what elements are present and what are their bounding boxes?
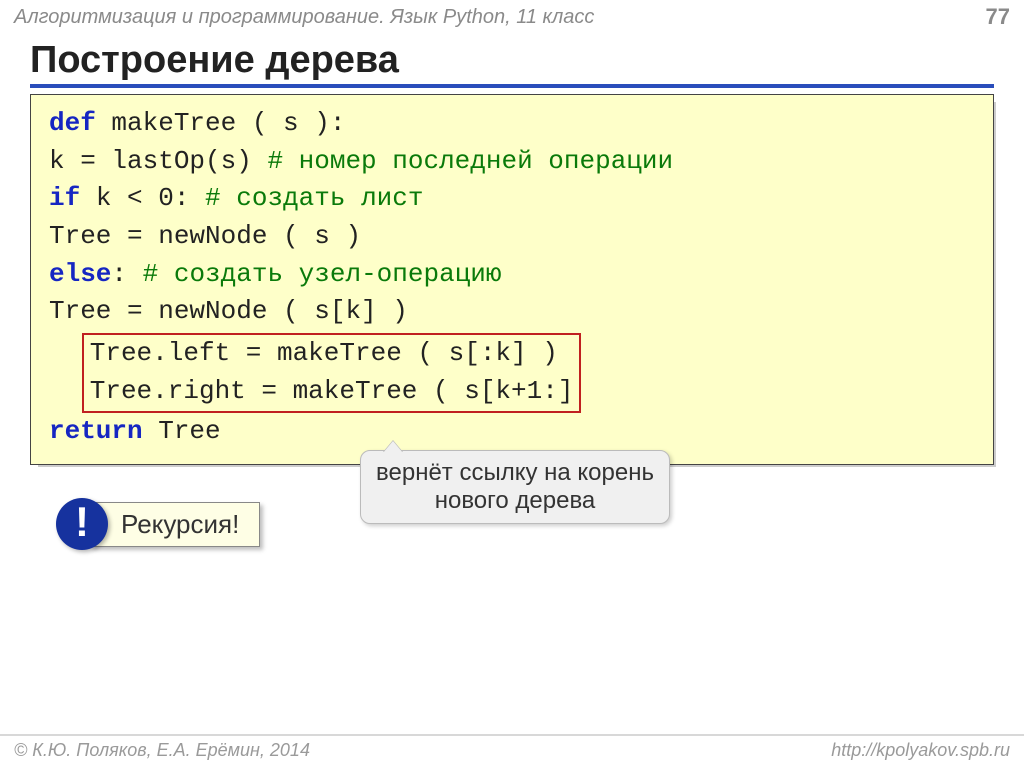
code-text: k < 0: — [80, 183, 205, 213]
exclamation-icon: ! — [56, 498, 108, 550]
callout-text: вернёт ссылку на корень нового дерева — [376, 459, 654, 514]
code-text: Tree.right = makeTree ( s[k+1:] — [90, 373, 574, 411]
recursion-note: ! Рекурсия! — [56, 498, 260, 550]
code-block: def makeTree ( s ): k = lastOp(s) # номе… — [30, 94, 994, 465]
code-text: : — [111, 259, 142, 289]
comment: # создать узел-операцию — [143, 259, 502, 289]
footer-bar: © К.Ю. Поляков, Е.А. Ерёмин, 2014 http:/… — [0, 734, 1024, 761]
callout-tip — [383, 441, 403, 453]
code-text: k = lastOp(s) — [49, 146, 267, 176]
code-text: Tree.left = makeTree ( s[:k] ) — [90, 335, 574, 373]
code-text: Tree — [143, 416, 221, 446]
course-title: Алгоритмизация и программирование. Язык … — [14, 6, 594, 29]
page-title: Построение дерева — [30, 39, 1024, 82]
code-content: def makeTree ( s ): k = lastOp(s) # номе… — [30, 94, 994, 465]
page-number: 77 — [986, 4, 1010, 30]
comment: # создать лист — [205, 183, 423, 213]
code-text: Tree = newNode ( s ) — [49, 221, 361, 251]
footer-left: © К.Ю. Поляков, Е.А. Ерёмин, 2014 — [14, 740, 310, 761]
callout-note: вернёт ссылку на корень нового дерева — [360, 450, 670, 524]
code-text: Tree = newNode ( s[k] ) — [49, 296, 408, 326]
kw-return: return — [49, 416, 143, 446]
header-bar: Алгоритмизация и программирование. Язык … — [0, 0, 1024, 33]
title-underline — [30, 84, 994, 88]
footer-right: http://kpolyakov.spb.ru — [831, 740, 1010, 761]
kw-else: else — [49, 259, 111, 289]
recursion-label: Рекурсия! — [90, 502, 260, 547]
code-text: makeTree ( s ): — [96, 108, 346, 138]
kw-if: if — [49, 183, 80, 213]
recursion-highlight: Tree.left = makeTree ( s[:k] ) Tree.righ… — [82, 333, 582, 412]
kw-def: def — [49, 108, 96, 138]
comment: # номер последней операции — [267, 146, 673, 176]
